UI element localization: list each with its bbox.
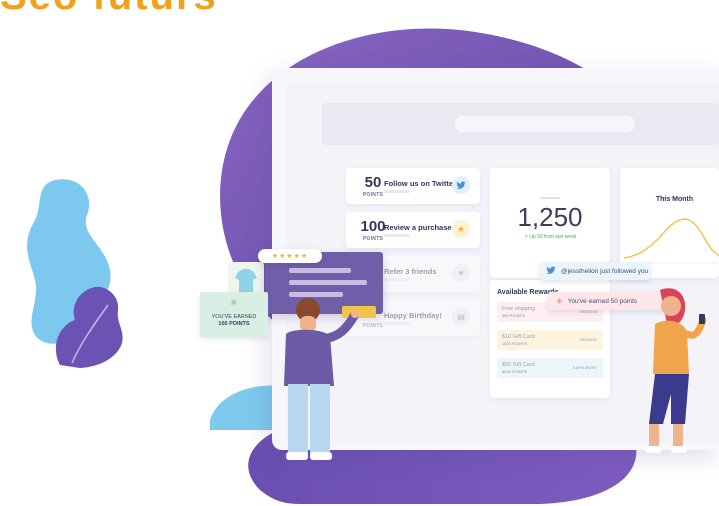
reward-name: $10 Gift Card [502, 334, 535, 340]
reward-action[interactable]: REDEEM [580, 310, 597, 314]
points-trend: ↗ Up 50 from last week [523, 234, 577, 240]
points-balance-value: 1,250 [517, 202, 583, 232]
search-bar[interactable] [455, 116, 635, 132]
month-title: This Month [655, 196, 694, 203]
monthly-trend-line [624, 218, 719, 264]
reward-row[interactable]: $10 Gift Card 1000 POINTS REDEEM [497, 330, 603, 350]
reward-action[interactable]: EARN MORE [573, 366, 597, 370]
toast-line-2: 100 POINTS [218, 321, 250, 327]
toast-text: YOU'VE EARNED 100 POINTS [200, 314, 268, 328]
star-icon: ★ [452, 220, 470, 238]
task-title: Follow us on Twitter [384, 179, 456, 188]
follow-notification[interactable]: @jessthelion just followed you [540, 262, 650, 280]
task-title: Review a purchase [384, 223, 452, 232]
sparkle-icon: ✳ [556, 296, 563, 306]
task-subtitle-placeholder [384, 278, 410, 281]
task-card-review[interactable]: 100 POINTS Review a purchase ★ [346, 212, 480, 248]
gift-icon [452, 308, 470, 326]
task-subtitle-placeholder [384, 190, 410, 193]
task-subtitle-placeholder [384, 234, 410, 237]
reward-cost: 5000 POINTS [502, 370, 528, 374]
reward-name: Free shipping [502, 306, 536, 312]
follow-notification-text: @jessthelion just followed you [561, 267, 649, 275]
purple-plant-icon [55, 286, 123, 368]
twitter-icon [546, 265, 556, 277]
reward-name: $50 Gift Card [502, 362, 535, 368]
toast-line-1: YOU'VE EARNED [211, 314, 257, 320]
woman-illustration [645, 288, 707, 453]
task-title: Refer 3 friends [384, 267, 437, 276]
twitter-icon [452, 176, 470, 194]
reward-row[interactable]: $50 Gift Card 5000 POINTS EARN MORE [497, 358, 603, 378]
reward-cost: 300 POINTS [502, 314, 525, 318]
spinner-icon: ✳ [229, 298, 239, 309]
task-title: Happy Birthday! [384, 311, 442, 320]
points-earned-toast: ✳ YOU'VE EARNED 100 POINTS [200, 292, 268, 337]
task-card-twitter[interactable]: 50 POINTS Follow us on Twitter [346, 168, 480, 204]
task-subtitle-placeholder [384, 322, 410, 325]
man-illustration [284, 298, 359, 460]
reward-cost: 1000 POINTS [502, 342, 528, 346]
reward-action[interactable]: REDEEM [580, 338, 597, 342]
heart-icon: ♥ [452, 264, 470, 282]
heading-fragment: Seo futurs [0, 0, 218, 19]
star-rating: ★★★★★ [258, 249, 322, 263]
